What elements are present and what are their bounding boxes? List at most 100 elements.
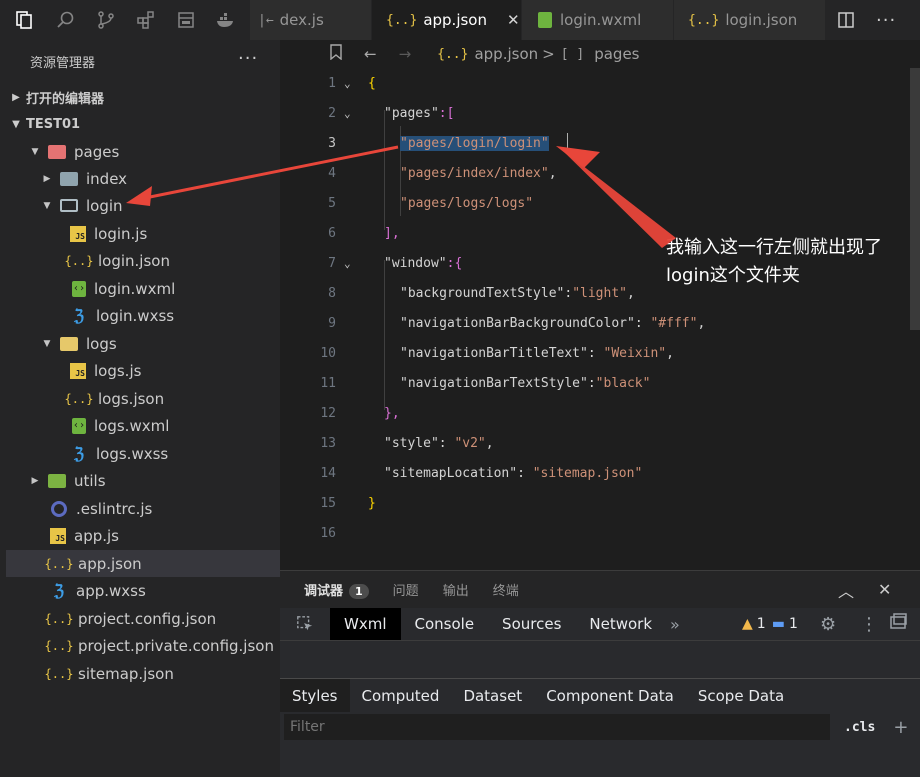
fold-chevron-icon[interactable]: ⌄ xyxy=(344,257,351,270)
tab-debugger[interactable]: 调试器 1 xyxy=(304,580,369,599)
breadcrumb-separator: > xyxy=(542,45,555,63)
code-text: "window":{ xyxy=(384,255,463,271)
line-number: 1 xyxy=(328,75,336,91)
wxml-icon xyxy=(538,12,552,28)
tree-file-logs-js[interactable]: JS logs.js xyxy=(6,357,280,384)
line-number: 4 xyxy=(328,165,336,181)
explorer-icon[interactable] xyxy=(12,8,36,32)
styles-tab-bar: Styles Computed Dataset Component Data S… xyxy=(280,678,920,713)
tree-file-project-config[interactable]: {..} project.config.json xyxy=(6,605,280,632)
fold-chevron-icon[interactable]: ⌄ xyxy=(344,77,351,90)
wxml-tree-area[interactable] xyxy=(280,640,920,678)
more-actions-icon[interactable]: ··· xyxy=(876,8,896,32)
tab-label: app.json xyxy=(423,11,487,29)
tab-computed[interactable]: Computed xyxy=(350,679,452,713)
tab-console[interactable]: Console xyxy=(401,608,489,640)
json-file-icon: {..} xyxy=(44,611,74,626)
chevron-up-icon[interactable]: ︿ xyxy=(838,578,854,602)
tree-file-login-wxss[interactable]: ℨ login.wxss xyxy=(6,302,280,329)
code-text: "pages":[ xyxy=(384,105,455,121)
tree-file-eslintrc[interactable]: .eslintrc.js xyxy=(6,495,280,522)
cls-toggle[interactable]: .cls xyxy=(844,720,875,735)
page-layout-icon[interactable] xyxy=(174,8,198,32)
open-editors-section[interactable]: ▶ 打开的编辑器 xyxy=(6,84,280,110)
tree-file-login-js[interactable]: JS login.js xyxy=(6,220,280,247)
tree-file-sitemap[interactable]: {..} sitemap.json xyxy=(6,660,280,687)
tree-folder-index[interactable]: ▶ index xyxy=(6,165,280,192)
dock-icon[interactable] xyxy=(888,612,908,636)
forward-arrow-icon[interactable]: → xyxy=(399,45,412,63)
tree-folder-logs[interactable]: ▼ logs xyxy=(6,330,280,357)
fold-chevron-icon[interactable]: ⌄ xyxy=(344,107,351,120)
tree-file-logs-json[interactable]: {..} logs.json xyxy=(6,385,280,412)
back-arrow-icon[interactable]: ← xyxy=(364,45,377,63)
docker-icon[interactable] xyxy=(214,8,238,32)
code-line: 1 ⌄ { xyxy=(280,68,920,98)
tab-label: dex.js xyxy=(279,11,324,29)
folder-open-icon xyxy=(60,199,78,212)
breadcrumb-node[interactable]: pages xyxy=(594,45,639,63)
tree-folder-pages[interactable]: ▼ pages xyxy=(6,138,280,165)
tree-item-label: app.wxss xyxy=(76,581,146,600)
json-file-icon: {..} xyxy=(64,253,94,268)
tab-output[interactable]: 输出 xyxy=(443,580,469,599)
bookmark-icon[interactable] xyxy=(328,44,344,64)
close-icon[interactable]: ✕ xyxy=(878,580,891,599)
search-icon[interactable] xyxy=(54,8,78,32)
explorer-sidebar: 资源管理器 ··· ▶ 打开的编辑器 ▼ TEST01 ▼ pages ▶ in… xyxy=(0,40,280,777)
more-tabs-icon[interactable]: » xyxy=(670,615,680,634)
source-control-icon[interactable] xyxy=(94,8,118,32)
settings-gear-icon[interactable]: ⚙ xyxy=(820,614,836,635)
folder-icon xyxy=(60,336,78,351)
js-file-icon: JS xyxy=(70,362,86,379)
add-rule-icon[interactable]: + xyxy=(893,717,908,738)
kebab-menu-icon[interactable]: ⋮ xyxy=(860,614,878,635)
tab-app-json[interactable]: {..} app.json ✕ xyxy=(372,0,522,40)
wxss-file-icon: ℨ xyxy=(74,444,84,463)
tab-problems[interactable]: 问题 xyxy=(393,580,419,599)
tab-component-data[interactable]: Component Data xyxy=(534,679,686,713)
tree-item-label: .eslintrc.js xyxy=(76,499,153,518)
tree-file-app-js[interactable]: JS app.js xyxy=(6,522,280,549)
more-icon[interactable]: ··· xyxy=(238,48,258,69)
code-text: }, xyxy=(384,405,400,421)
tree-folder-utils[interactable]: ▶ utils xyxy=(6,467,280,494)
code-line: 10 "navigationBarTitleText": "Weixin", xyxy=(280,338,920,368)
split-icon: |← xyxy=(258,12,274,28)
tab-index-js[interactable]: |← dex.js xyxy=(250,0,372,40)
tab-styles[interactable]: Styles xyxy=(280,678,350,713)
js-file-icon: JS xyxy=(50,527,66,544)
tree-item-label: app.js xyxy=(74,526,119,545)
tab-scope-data[interactable]: Scope Data xyxy=(686,679,796,713)
close-icon[interactable]: ✕ xyxy=(507,11,520,29)
tree-file-login-wxml[interactable]: ‹› login.wxml xyxy=(6,275,280,302)
tab-login-json[interactable]: {..} login.json xyxy=(674,0,826,40)
tab-dataset[interactable]: Dataset xyxy=(451,679,534,713)
breadcrumb-file[interactable]: app.json xyxy=(474,45,538,63)
tree-file-app-json[interactable]: {..} app.json xyxy=(6,550,280,577)
line-number: 8 xyxy=(328,285,336,301)
tree-file-project-private-config[interactable]: {..} project.private.config.json xyxy=(6,632,280,659)
tree-file-logs-wxml[interactable]: ‹› logs.wxml xyxy=(6,412,280,439)
tab-wxml[interactable]: Wxml xyxy=(330,608,401,640)
tab-login-wxml[interactable]: login.wxml xyxy=(522,0,674,40)
editor-scrollbar[interactable] xyxy=(910,68,920,330)
tab-sources[interactable]: Sources xyxy=(488,608,575,640)
project-section[interactable]: ▼ TEST01 xyxy=(6,111,280,137)
warnings-counter[interactable]: ▲ 1 ▬ 1 xyxy=(742,616,798,632)
filter-input[interactable] xyxy=(284,714,830,740)
tree-file-login-json[interactable]: {..} login.json xyxy=(6,247,280,274)
tab-network[interactable]: Network xyxy=(575,608,666,640)
code-text: { xyxy=(368,75,376,91)
tab-terminal[interactable]: 终端 xyxy=(493,580,519,599)
code-editor[interactable]: 1 ⌄ { 2 ⌄ "pages":[ 3 "pages/login/login… xyxy=(280,68,920,570)
code-line: 14 "sitemapLocation": "sitemap.json" xyxy=(280,458,920,488)
tree-file-logs-wxss[interactable]: ℨ logs.wxss xyxy=(6,440,280,467)
extensions-icon[interactable] xyxy=(134,8,158,32)
inspect-element-icon[interactable] xyxy=(280,615,330,633)
tree-file-app-wxss[interactable]: ℨ app.wxss xyxy=(6,577,280,604)
tree-folder-login[interactable]: ▼ login xyxy=(6,192,280,219)
code-line-current: 3 "pages/login/login" xyxy=(280,128,920,158)
split-editor-icon[interactable] xyxy=(836,8,856,32)
code-text: } xyxy=(368,495,376,511)
